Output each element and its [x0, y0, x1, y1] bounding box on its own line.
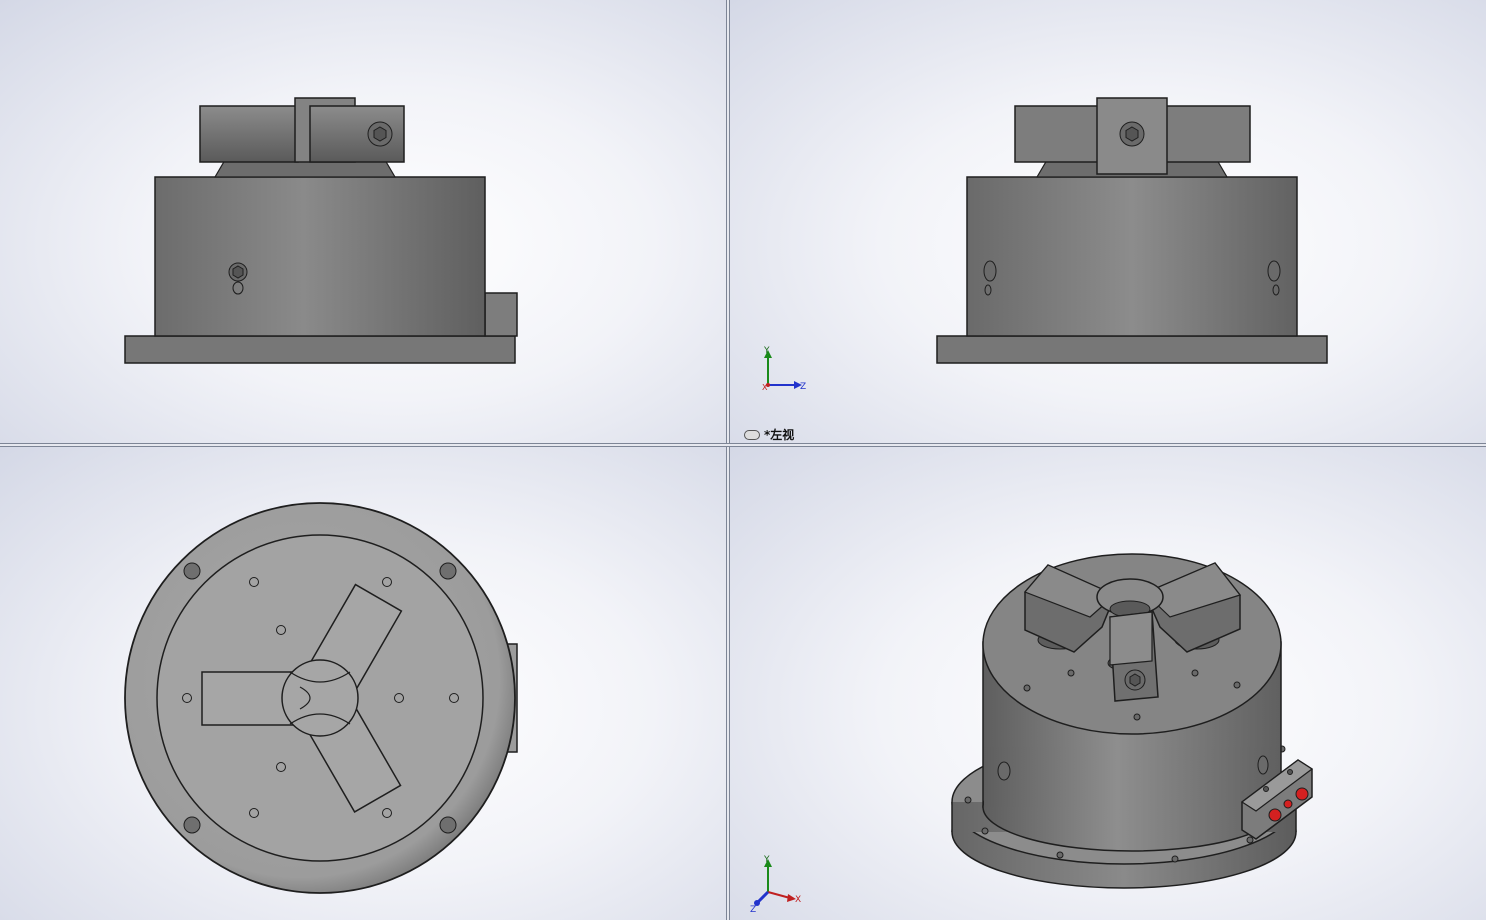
axis-z-label: Z — [750, 905, 756, 915]
viewport-isometric[interactable]: Y X Z — [730, 447, 1486, 920]
bottom-view-model — [124, 502, 518, 894]
viewport-front[interactable] — [0, 0, 726, 443]
front-view-model — [124, 97, 518, 364]
center-hub — [281, 659, 359, 737]
viewport-splitter-horizontal[interactable] — [0, 443, 1486, 447]
axis-z-label: Z — [800, 382, 806, 392]
axis-x-label: X — [762, 383, 768, 392]
axis-y-label: Y — [763, 855, 770, 865]
viewport-bottom[interactable] — [0, 447, 726, 920]
base-plate — [936, 335, 1328, 364]
cylinder-body — [966, 176, 1298, 337]
axis-triad-icon — [754, 859, 796, 906]
cylinder-body — [154, 176, 486, 337]
axis-y-label: Y — [763, 346, 770, 356]
axis-x-label: X — [795, 895, 801, 905]
viewport-splitter-vertical[interactable] — [726, 0, 730, 920]
isometric-view-model: Y X Z — [750, 553, 1314, 915]
view-name-text: *左视 — [764, 428, 795, 442]
axis-triad-icon — [764, 350, 802, 389]
viewport-grid: Y Z X *左视 Y X Z — [0, 0, 1486, 920]
viewport-left[interactable]: Y Z X *左视 — [730, 0, 1486, 443]
hex-socket-icon — [367, 121, 393, 147]
base-plate — [124, 335, 516, 364]
left-view-model: Y Z X — [762, 97, 1328, 392]
link-view-icon[interactable] — [744, 429, 760, 440]
view-name-label: *左视 — [744, 426, 794, 443]
hex-socket-icon — [1119, 121, 1145, 147]
hex-socket-icon — [1124, 669, 1146, 691]
side-screw-icon — [997, 761, 1011, 781]
side-port-block — [484, 292, 518, 337]
jaw-left — [199, 105, 299, 163]
